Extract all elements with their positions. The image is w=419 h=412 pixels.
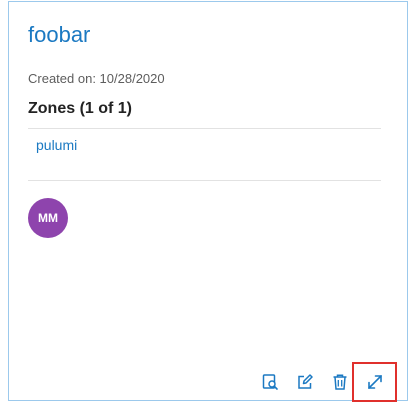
delete-button[interactable]	[329, 371, 351, 393]
divider	[28, 128, 381, 129]
created-date: 10/28/2020	[99, 71, 165, 86]
project-card: foobar Created on: 10/28/2020 Zones (1 o…	[8, 1, 408, 402]
divider	[28, 180, 381, 181]
trash-icon	[333, 374, 347, 390]
expand-icon	[367, 375, 382, 389]
edit-icon	[298, 374, 313, 389]
zones-heading: Zones (1 of 1)	[28, 100, 133, 117]
zone-link-pulumi[interactable]: pulumi	[36, 137, 77, 153]
created-label: Created on:	[28, 71, 100, 86]
view-details-button[interactable]	[259, 371, 281, 393]
created-date-text: Created on: 10/28/2020	[28, 71, 165, 86]
avatar[interactable]: MM	[28, 198, 68, 238]
card-title[interactable]: foobar	[28, 22, 90, 48]
expand-button[interactable]	[352, 362, 397, 402]
view-details-icon	[262, 374, 278, 390]
edit-button[interactable]	[294, 371, 316, 393]
